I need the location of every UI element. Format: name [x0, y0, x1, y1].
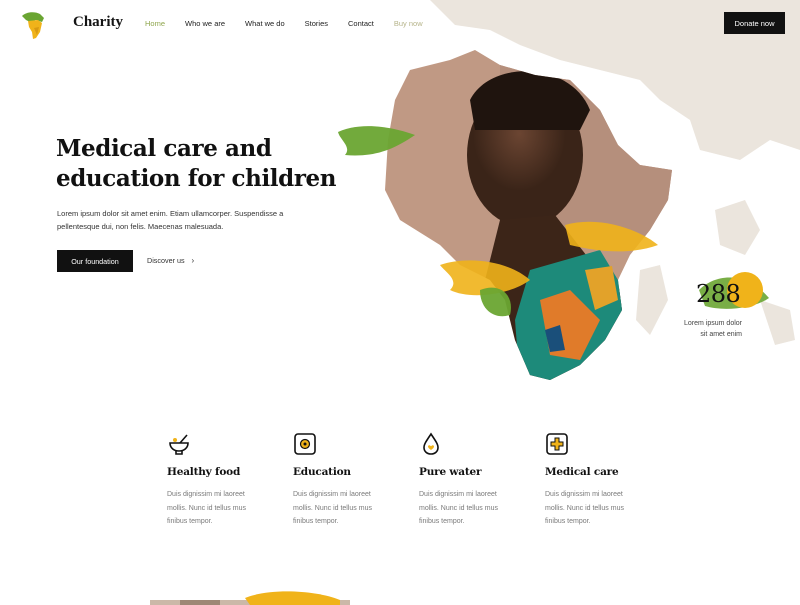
chevron-right-icon: › — [191, 256, 195, 265]
feature-title: Education — [293, 466, 351, 478]
logo-africa-icon[interactable] — [16, 8, 50, 42]
our-foundation-button[interactable]: Our foundation — [57, 250, 133, 272]
nav-contact[interactable]: Contact — [348, 19, 374, 28]
brand-name[interactable]: Charity — [73, 14, 123, 31]
feature-title: Medical care — [545, 466, 619, 478]
feature-text: Duis dignissim mi laoreet mollis. Nunc i… — [293, 491, 372, 525]
hero-title-line-1: Medical care and — [56, 135, 272, 162]
feature-text: Duis dignissim mi laoreet mollis. Nunc i… — [419, 491, 498, 525]
stat-label: Lorem ipsum dolor sit amet enim — [672, 318, 742, 340]
nav-home[interactable]: Home — [145, 19, 165, 28]
feature-pure-water: Pure water Duis dignissim mi laoreet mol… — [419, 432, 539, 529]
stat-label-line-1: Lorem ipsum dolor — [684, 320, 742, 327]
nav-stories[interactable]: Stories — [305, 19, 328, 28]
nav-what-we-do[interactable]: What we do — [245, 19, 285, 28]
feature-title: Healthy food — [167, 466, 241, 478]
mortar-bowl-icon — [169, 434, 189, 455]
main-nav: Home Who we are What we do Stories Conta… — [145, 19, 443, 28]
feature-title: Pure water — [419, 466, 482, 478]
next-section-image-strip — [150, 591, 350, 605]
feature-medical-care: Medical care Duis dignissim mi laoreet m… — [545, 432, 665, 529]
nav-buy-now[interactable]: Buy now — [394, 19, 423, 28]
water-drop-icon — [423, 432, 439, 455]
feature-text: Duis dignissim mi laoreet mollis. Nunc i… — [545, 491, 624, 525]
stat-label-line-2: sit amet enim — [700, 331, 742, 338]
feature-text: Duis dignissim mi laoreet mollis. Nunc i… — [167, 491, 246, 525]
feature-healthy-food: Healthy food Duis dignissim mi laoreet m… — [167, 432, 287, 529]
feature-education: Education Duis dignissim mi laoreet moll… — [293, 432, 413, 529]
discover-us-link[interactable]: Discover us › — [147, 256, 194, 265]
medical-badge-icon — [546, 433, 568, 455]
education-badge-icon — [294, 433, 316, 455]
hero-title-line-2: education for children — [56, 165, 337, 192]
discover-us-label: Discover us — [147, 256, 185, 265]
hero-description: Lorem ipsum dolor sit amet enim. Etiam u… — [57, 209, 284, 231]
nav-who-we-are[interactable]: Who we are — [185, 19, 225, 28]
stat-value: 288 — [696, 280, 741, 308]
donate-button[interactable]: Donate now — [724, 12, 785, 34]
